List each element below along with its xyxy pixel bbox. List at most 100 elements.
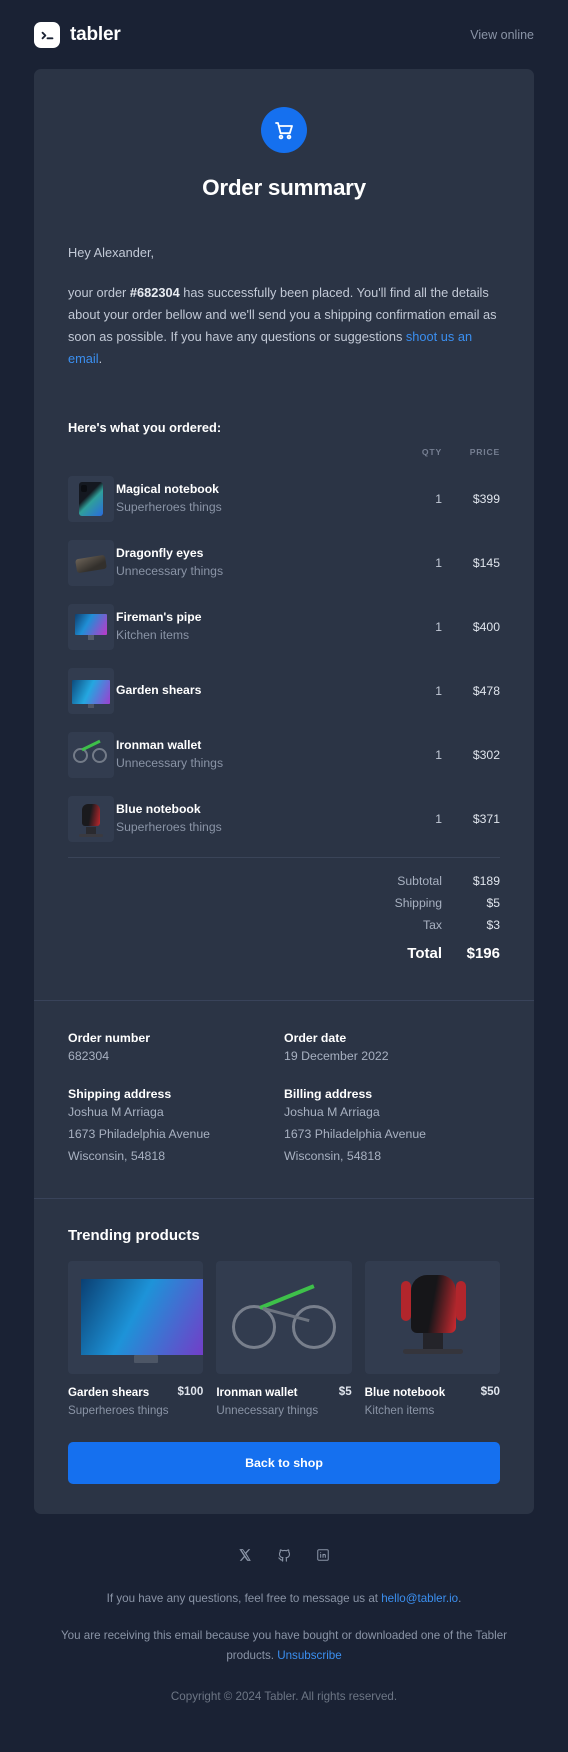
details-column-left: Order number 682304 Shipping address Jos…	[68, 1031, 284, 1167]
trending-product-card[interactable]: Blue notebook $50 Kitchen items	[364, 1261, 500, 1419]
ordered-heading: Here's what you ordered:	[68, 419, 222, 435]
details-column-right: Order date 19 December 2022 Billing addr…	[284, 1031, 500, 1167]
shipping-address-label: Shipping address	[68, 1086, 172, 1101]
trending-name-row: Garden shears $100	[68, 1385, 203, 1400]
message-section: Hey Alexander, your order #682304 has su…	[34, 243, 534, 1000]
github-icon[interactable]	[273, 1544, 295, 1566]
table-row: Blue notebook Superheroes things 1 $371	[68, 787, 500, 851]
total-label: Total	[407, 944, 442, 962]
bicycle-product-image	[216, 1261, 352, 1375]
item-price: $371	[472, 811, 500, 826]
trending-product-category: Unnecessary things	[216, 1403, 319, 1417]
item-category: Kitchen items	[116, 627, 190, 642]
item-name-cell: Blue notebook Superheroes things	[116, 787, 392, 851]
item-qty: 1	[435, 747, 442, 762]
item-thumb-cell	[68, 659, 116, 723]
footer-contact-line: If you have any questions, feel free to …	[34, 1590, 534, 1609]
item-name-cell: Fireman's pipe Kitchen items	[116, 595, 392, 659]
trending-product-price: $100	[177, 1385, 204, 1399]
shopping-cart-icon	[261, 107, 307, 153]
item-thumb-cell	[68, 723, 116, 787]
trending-product-name: Garden shears	[68, 1386, 150, 1400]
item-category: Superheroes things	[116, 819, 222, 834]
bicycle-product-image	[68, 731, 114, 778]
unsubscribe-link[interactable]: Unsubscribe	[277, 1649, 341, 1662]
totals-row-tax: Tax $3	[395, 914, 500, 936]
trending-product-category: Superheroes things	[68, 1403, 169, 1417]
item-category: Unnecessary things	[116, 563, 224, 578]
trending-product-name: Blue notebook	[364, 1386, 446, 1400]
item-name-cell: Ironman wallet Unnecessary things	[116, 723, 392, 787]
footer-reason-line: You are receiving this email because you…	[34, 1626, 534, 1667]
tv-product-image	[68, 1261, 204, 1375]
back-to-shop-button[interactable]: Back to shop	[68, 1442, 500, 1485]
item-price: $302	[472, 747, 500, 762]
tax-label: Tax	[423, 917, 442, 932]
email-page: tabler View online Order summary Hey Ale…	[0, 0, 568, 1752]
trending-product-card[interactable]: Ironman wallet $5 Unnecessary things	[216, 1261, 352, 1419]
intro-part3: .	[98, 350, 103, 366]
item-thumb-cell	[68, 531, 116, 595]
monitor-product-image	[68, 603, 114, 650]
shipping-address-block: Shipping address Joshua M Arriaga 1673 P…	[68, 1087, 284, 1167]
x-twitter-icon[interactable]	[234, 1544, 256, 1566]
totals-section: Subtotal $189 Shipping $5 Tax $3 Total $…	[68, 856, 500, 1000]
trending-name-row: Ironman wallet $5	[216, 1385, 351, 1400]
intro-text: your order #682304 has successfully been…	[68, 282, 500, 370]
phone-product-image	[68, 475, 114, 522]
item-qty: 1	[435, 491, 442, 506]
order-reference: #682304	[129, 284, 180, 300]
view-online-link[interactable]: View online	[470, 28, 534, 42]
trending-grid: Garden shears $100 Superheroes things Ir…	[68, 1261, 500, 1419]
item-name: Ironman wallet	[116, 738, 202, 753]
footer-copyright: Copyright © 2024 Tabler. All rights rese…	[170, 1690, 398, 1704]
gaming-chair-product-image	[68, 795, 114, 842]
trending-name-row: Blue notebook $50	[365, 1385, 500, 1400]
totals-row-subtotal: Subtotal $189	[395, 870, 500, 892]
shipping-address-line3: Wisconsin, 54818	[68, 1148, 166, 1163]
order-date-label: Order date	[284, 1030, 347, 1045]
item-category: Superheroes things	[116, 499, 222, 514]
table-row: Ironman wallet Unnecessary things 1 $302	[68, 723, 500, 787]
billing-address-line2: 1673 Philadelphia Avenue	[284, 1126, 426, 1141]
item-thumb-cell	[68, 467, 116, 531]
terminal-prompt-icon	[34, 22, 60, 48]
shipping-address-line2: 1673 Philadelphia Avenue	[68, 1126, 210, 1141]
item-name: Fireman's pipe	[116, 610, 202, 625]
subtotal-value: $189	[472, 873, 500, 888]
item-qty: 1	[435, 683, 442, 698]
item-name: Blue notebook	[116, 802, 201, 817]
tax-value: $3	[486, 917, 500, 932]
item-thumb-cell	[68, 595, 116, 659]
item-name-cell: Dragonfly eyes Unnecessary things	[116, 531, 392, 595]
item-category: Unnecessary things	[116, 755, 224, 770]
trending-products-section: Trending products Garden shears $100 Sup…	[34, 1199, 534, 1514]
item-name-cell: Magical notebook Superheroes things	[116, 467, 392, 531]
email-footer: If you have any questions, feel free to …	[0, 1514, 568, 1729]
billing-address-label: Billing address	[284, 1086, 373, 1101]
trending-product-price: $50	[480, 1385, 500, 1399]
order-number-value: 682304	[68, 1048, 110, 1063]
email-card: Order summary Hey Alexander, your order …	[34, 69, 534, 1515]
trending-product-card[interactable]: Garden shears $100 Superheroes things	[68, 1261, 204, 1419]
table-row: Dragonfly eyes Unnecessary things 1 $145	[68, 531, 500, 595]
greeting-text: Hey Alexander,	[68, 245, 155, 260]
contact-email-link[interactable]: hello@tabler.io	[381, 1592, 458, 1605]
tv-product-image	[68, 667, 114, 714]
page-title: Order summary	[202, 175, 366, 200]
totals-table: Subtotal $189 Shipping $5 Tax $3 Total $…	[395, 870, 500, 966]
item-name: Dragonfly eyes	[116, 546, 204, 561]
trending-title: Trending products	[68, 1227, 200, 1245]
item-price: $400	[472, 619, 500, 634]
total-value: $196	[466, 944, 500, 962]
order-number-block: Order number 682304	[68, 1031, 284, 1067]
item-name: Garden shears	[116, 683, 202, 698]
linkedin-icon[interactable]	[312, 1544, 334, 1566]
gaming-chair-product-image	[364, 1261, 500, 1375]
billing-address-line1: Joshua M Arriaga	[284, 1104, 380, 1119]
order-date-block: Order date 19 December 2022	[284, 1031, 500, 1067]
shipping-label: Shipping	[394, 895, 442, 910]
order-date-value: 19 December 2022	[284, 1048, 389, 1063]
order-number-label: Order number	[68, 1030, 150, 1045]
order-items-table: QTY PRICE Magical notebook Superheroes t…	[68, 447, 500, 851]
